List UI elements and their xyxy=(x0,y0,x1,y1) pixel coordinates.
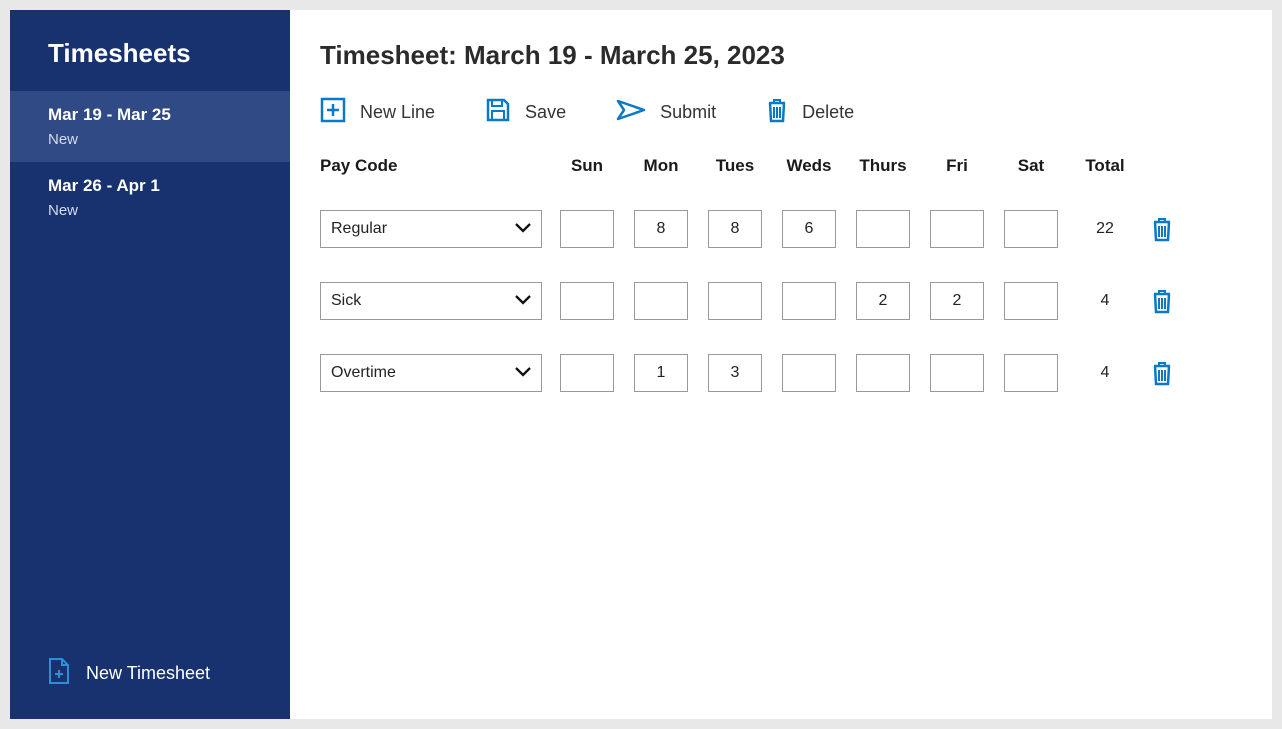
col-sat: Sat xyxy=(994,156,1068,176)
sidebar-item-range: Mar 26 - Apr 1 xyxy=(48,176,290,196)
trash-icon xyxy=(766,97,788,128)
sidebar-title: Timesheets xyxy=(10,10,290,91)
chevron-down-icon xyxy=(515,220,531,238)
sidebar-item-range: Mar 19 - Mar 25 xyxy=(48,105,290,125)
hours-input-sat[interactable] xyxy=(1004,282,1058,320)
col-mon: Mon xyxy=(624,156,698,176)
row-total: 22 xyxy=(1068,220,1142,238)
save-button[interactable]: Save xyxy=(485,97,566,128)
delete-row-button[interactable] xyxy=(1142,288,1182,314)
hours-input-tues[interactable] xyxy=(708,210,762,248)
col-paycode: Pay Code xyxy=(320,156,550,176)
main-panel: Timesheet: March 19 - March 25, 2023 New… xyxy=(290,10,1272,719)
new-timesheet-button[interactable]: New Timesheet xyxy=(10,634,290,719)
paycode-value: Regular xyxy=(331,220,387,238)
timesheet-grid: Pay Code Sun Mon Tues Weds Thurs Fri Sat… xyxy=(320,156,1252,392)
submit-button[interactable]: Submit xyxy=(616,99,716,126)
hours-input-mon[interactable] xyxy=(634,282,688,320)
sidebar-item-status: New xyxy=(48,202,290,219)
col-sun: Sun xyxy=(550,156,624,176)
col-tues: Tues xyxy=(698,156,772,176)
sidebar-item-mar19[interactable]: Mar 19 - Mar 25 New xyxy=(10,91,290,162)
sidebar-item-mar26[interactable]: Mar 26 - Apr 1 New xyxy=(10,162,290,233)
delete-row-button[interactable] xyxy=(1142,360,1182,386)
submit-label: Submit xyxy=(660,102,716,123)
chevron-down-icon xyxy=(515,292,531,310)
hours-input-sun[interactable] xyxy=(560,282,614,320)
new-file-icon xyxy=(48,658,70,689)
page-title: Timesheet: March 19 - March 25, 2023 xyxy=(320,40,1252,71)
row-total: 4 xyxy=(1068,292,1142,310)
col-total: Total xyxy=(1068,156,1142,176)
hours-input-thurs[interactable] xyxy=(856,354,910,392)
send-icon xyxy=(616,99,646,126)
chevron-down-icon xyxy=(515,364,531,382)
col-thurs: Thurs xyxy=(846,156,920,176)
hours-input-fri[interactable] xyxy=(930,210,984,248)
hours-input-weds[interactable] xyxy=(782,210,836,248)
paycode-value: Overtime xyxy=(331,364,396,382)
delete-label: Delete xyxy=(802,102,854,123)
paycode-select[interactable]: Overtime xyxy=(320,354,542,392)
hours-input-sun[interactable] xyxy=(560,354,614,392)
hours-input-thurs[interactable] xyxy=(856,282,910,320)
hours-input-sat[interactable] xyxy=(1004,354,1058,392)
hours-input-sun[interactable] xyxy=(560,210,614,248)
col-fri: Fri xyxy=(920,156,994,176)
paycode-select[interactable]: Regular xyxy=(320,210,542,248)
hours-input-fri[interactable] xyxy=(930,282,984,320)
new-timesheet-label: New Timesheet xyxy=(86,663,210,684)
app-root: Timesheets Mar 19 - Mar 25 New Mar 26 - … xyxy=(10,10,1272,719)
new-line-button[interactable]: New Line xyxy=(320,97,435,128)
hours-input-sat[interactable] xyxy=(1004,210,1058,248)
hours-input-weds[interactable] xyxy=(782,282,836,320)
hours-input-mon[interactable] xyxy=(634,354,688,392)
hours-input-mon[interactable] xyxy=(634,210,688,248)
hours-input-tues[interactable] xyxy=(708,282,762,320)
new-line-label: New Line xyxy=(360,102,435,123)
sidebar: Timesheets Mar 19 - Mar 25 New Mar 26 - … xyxy=(10,10,290,719)
hours-input-fri[interactable] xyxy=(930,354,984,392)
save-label: Save xyxy=(525,102,566,123)
save-icon xyxy=(485,97,511,128)
delete-row-button[interactable] xyxy=(1142,216,1182,242)
delete-button[interactable]: Delete xyxy=(766,97,854,128)
sidebar-item-status: New xyxy=(48,131,290,148)
col-weds: Weds xyxy=(772,156,846,176)
hours-input-tues[interactable] xyxy=(708,354,762,392)
plus-box-icon xyxy=(320,97,346,128)
hours-input-thurs[interactable] xyxy=(856,210,910,248)
row-total: 4 xyxy=(1068,364,1142,382)
paycode-select[interactable]: Sick xyxy=(320,282,542,320)
toolbar: New Line Save Submit xyxy=(320,97,1252,128)
hours-input-weds[interactable] xyxy=(782,354,836,392)
paycode-value: Sick xyxy=(331,292,361,310)
